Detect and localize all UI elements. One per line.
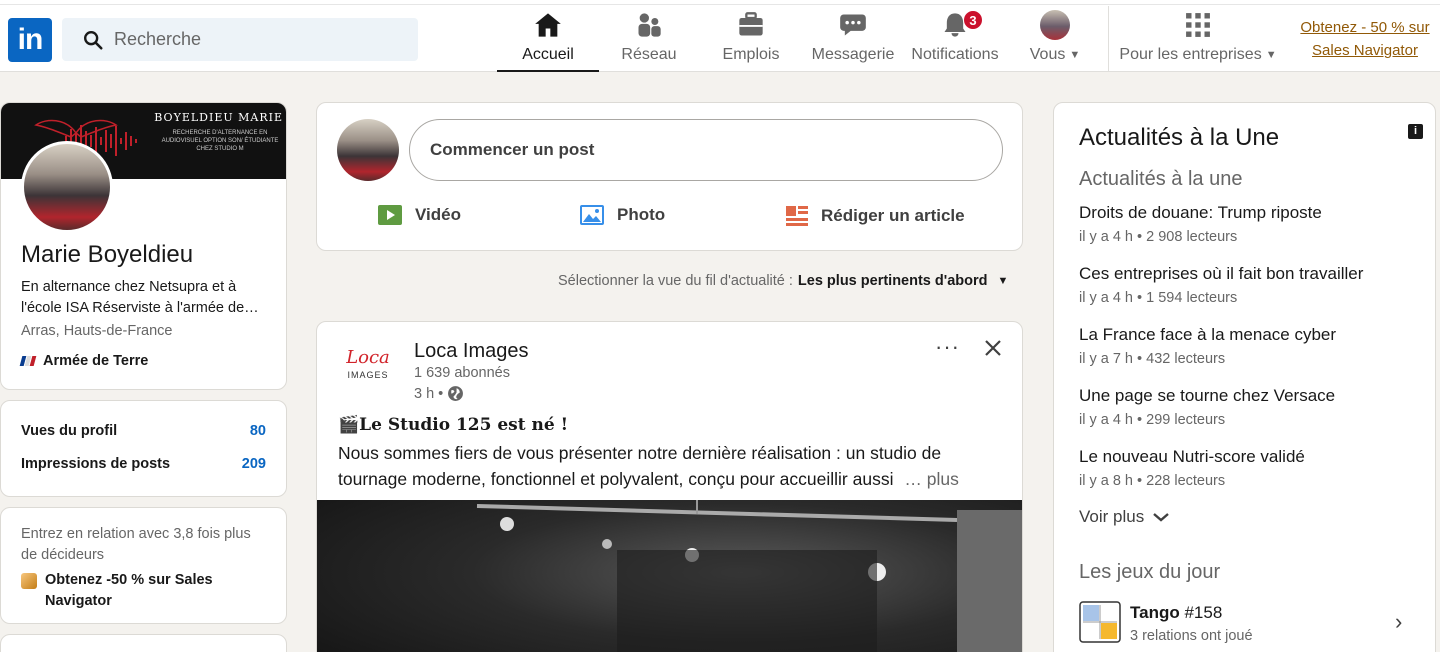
- banner-subtitle: RECHERCHE D'ALTERNANCE EN AUDIOVISUEL OP…: [161, 130, 279, 152]
- network-icon: [638, 13, 661, 37]
- profile-card[interactable]: BOYELDIEU MARIE RECHERCHE D'ALTERNANCE E…: [0, 102, 287, 390]
- game-meta: 3 relations ont joué: [1130, 628, 1253, 644]
- video-icon: [378, 205, 402, 225]
- info-icon[interactable]: i: [1408, 124, 1423, 139]
- briefcase-icon: [739, 12, 763, 36]
- nav-home[interactable]: Accueil: [497, 8, 599, 72]
- flag-icon: [19, 356, 37, 366]
- news-card: Actualités à la Une i Actualités à la un…: [1053, 102, 1436, 652]
- linkedin-logo[interactable]: in: [8, 18, 52, 62]
- profile-views-value: 80: [249, 423, 266, 439]
- news-item[interactable]: Ces entreprises où il fait bon travaille…: [1079, 264, 1363, 306]
- home-icon: [535, 13, 561, 37]
- post-title: 🎬𝐋𝐞 𝐒𝐭𝐮𝐝𝐢𝐨 𝟏𝟐𝟓 𝐞𝐬𝐭 𝐧𝐞́ !: [338, 415, 569, 435]
- photo-icon: [580, 205, 604, 225]
- premium-icon: [21, 573, 37, 589]
- caret-down-icon: ▼: [997, 275, 1009, 287]
- post-author-followers: 1 639 abonnés: [414, 365, 510, 381]
- nav-network-label: Réseau: [621, 46, 677, 63]
- grid-icon: [1186, 13, 1210, 37]
- see-more-link[interactable]: … plus: [904, 469, 958, 489]
- nav-home-label: Accueil: [522, 46, 574, 63]
- nav-messaging-label: Messagerie: [811, 46, 895, 63]
- studio-rig-graphic: [476, 500, 1022, 652]
- top-navigation-bar: in Accueil Réseau Emplois Messagerie 3 N…: [0, 0, 1440, 72]
- globe-icon: [448, 386, 464, 401]
- nav-me[interactable]: Vous ▼: [1010, 8, 1100, 72]
- news-item[interactable]: Une page se tourne chez Versace il y a 4 …: [1079, 386, 1335, 428]
- nav-divider: [1108, 6, 1109, 72]
- next-card: [0, 634, 287, 652]
- photo-button[interactable]: Photo: [579, 204, 665, 226]
- close-icon[interactable]: [983, 338, 1003, 358]
- post-impressions-row[interactable]: Impressions de posts 209: [1, 456, 286, 472]
- news-item[interactable]: La France face à la menace cyber il y a 7…: [1079, 325, 1336, 367]
- feed-sort-selector[interactable]: Sélectionner la vue du fil d'actualité :…: [558, 273, 1008, 289]
- nav-notifications[interactable]: 3 Notifications: [906, 8, 1004, 72]
- search-box[interactable]: [62, 18, 418, 61]
- post-more-options-button[interactable]: ···: [935, 334, 960, 360]
- games-title: Les jeux du jour: [1079, 561, 1221, 583]
- nav-jobs[interactable]: Emplois: [702, 8, 800, 72]
- nav-for-business-label: Pour les entreprises ▼: [1119, 46, 1277, 63]
- tango-game-icon: [1079, 601, 1121, 643]
- feed-post-card: Loca IMAGES Loca Images 1 639 abonnés 3 …: [316, 321, 1023, 652]
- nav-messaging[interactable]: Messagerie: [804, 8, 902, 72]
- chevron-right-icon: ›: [1395, 609, 1403, 634]
- article-icon: [786, 206, 808, 226]
- profile-views-row[interactable]: Vues du profil 80: [1, 423, 286, 439]
- news-item[interactable]: Droits de douane: Trump riposte il y a 4 …: [1079, 203, 1322, 245]
- profile-headline: En alternance chez Netsupra et à l'école…: [21, 279, 259, 316]
- profile-stats-card: Vues du profil 80 Impressions de posts 209: [0, 400, 287, 497]
- premium-upsell-card: Entrez en relation avec 3,8 fois plus de…: [0, 507, 287, 624]
- nav-notifications-label: Notifications: [911, 46, 999, 63]
- profile-location: Arras, Hauts-de-France: [21, 323, 173, 339]
- chevron-down-icon: ▼: [1265, 49, 1277, 61]
- chevron-down-icon: [1153, 513, 1169, 522]
- profile-organization[interactable]: Armée de Terre: [19, 353, 149, 369]
- video-button[interactable]: Vidéo: [377, 204, 461, 226]
- banner-title: BOYELDIEU MARIE: [154, 111, 283, 124]
- post-image[interactable]: [317, 500, 1022, 652]
- profile-name[interactable]: Marie Boyeldieu: [21, 241, 193, 269]
- post-body: Nous sommes fiers de vous présenter notr…: [338, 443, 959, 489]
- sales-navigator-promo-link[interactable]: Obtenez - 50 % sur Sales Navigator: [1290, 16, 1440, 62]
- chevron-down-icon: ▼: [1069, 49, 1081, 61]
- company-logo[interactable]: Loca IMAGES: [337, 346, 399, 394]
- news-subtitle: Actualités à la une: [1079, 168, 1243, 190]
- profile-avatar[interactable]: [21, 141, 113, 233]
- notification-badge: 3: [963, 10, 983, 30]
- post-timestamp: 3 h •: [414, 385, 464, 402]
- post-author-name[interactable]: Loca Images: [414, 340, 529, 363]
- premium-text: Entrez en relation avec 3,8 fois plus de…: [21, 526, 251, 563]
- feed-sort-value: Les plus pertinents d'abord: [797, 273, 988, 289]
- message-icon: [840, 14, 866, 36]
- feed-sort-label: Sélectionner la vue du fil d'actualité :: [558, 273, 793, 289]
- nav-me-label: Vous ▼: [1029, 46, 1081, 63]
- composer-avatar[interactable]: [337, 119, 399, 181]
- post-composer-card: Commencer un post Vidéo Photo Rédiger un…: [316, 102, 1023, 251]
- me-avatar: [1040, 10, 1070, 40]
- see-more-news-button[interactable]: Voir plus: [1079, 507, 1170, 527]
- premium-cta[interactable]: Obtenez -50 % sur Sales Navigator: [21, 570, 266, 612]
- nav-jobs-label: Emplois: [722, 46, 780, 63]
- post-impressions-value: 209: [241, 456, 266, 472]
- search-icon: [84, 30, 103, 50]
- start-post-button[interactable]: Commencer un post: [409, 119, 1003, 181]
- game-name: Tango #158: [1130, 603, 1223, 622]
- news-title: Actualités à la Une: [1079, 124, 1280, 151]
- game-item[interactable]: Tango #158 3 relations ont joué ›: [1079, 601, 1419, 645]
- browser-strip: [0, 0, 1440, 5]
- news-item[interactable]: Le nouveau Nutri-score validé il y a 8 h …: [1079, 447, 1305, 489]
- write-article-button[interactable]: Rédiger un article: [785, 204, 965, 228]
- nav-network[interactable]: Réseau: [600, 8, 698, 72]
- organization-name: Armée de Terre: [43, 353, 149, 369]
- nav-for-business[interactable]: Pour les entreprises ▼: [1118, 8, 1278, 72]
- search-input[interactable]: [114, 29, 394, 50]
